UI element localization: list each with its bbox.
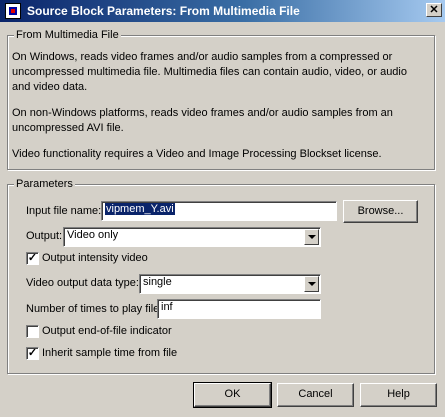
output-value: Video only: [67, 229, 119, 241]
end-of-file-label[interactable]: Output end-of-file indicator: [42, 325, 172, 337]
close-button[interactable]: ✕: [426, 3, 442, 17]
inherit-sample-time-label[interactable]: Inherit sample time from file: [42, 347, 177, 359]
input-file-field[interactable]: vipmem_Y.avi: [101, 201, 337, 221]
cancel-button[interactable]: Cancel: [277, 383, 354, 407]
end-of-file-checkbox[interactable]: [26, 325, 39, 338]
help-button[interactable]: Help: [360, 383, 437, 407]
times-to-play-value: inf: [161, 301, 173, 313]
description-paragraph-1: On Windows, reads video frames and/or au…: [12, 51, 407, 93]
times-to-play-field[interactable]: inf: [157, 299, 321, 319]
chevron-down-icon[interactable]: [304, 276, 319, 292]
chevron-down-icon[interactable]: [304, 229, 319, 245]
inherit-sample-time-checkbox[interactable]: ✓: [26, 347, 39, 360]
description-legend: From Multimedia File: [14, 29, 121, 41]
times-to-play-label: Number of times to play file:: [26, 303, 163, 315]
video-output-type-dropdown[interactable]: single: [139, 274, 321, 294]
description-paragraph-2: On non-Windows platforms, reads video fr…: [12, 107, 393, 134]
input-file-value: vipmem_Y.avi: [105, 203, 175, 215]
output-label: Output:: [26, 230, 63, 242]
output-intensity-label[interactable]: Output intensity video: [42, 252, 148, 264]
output-dropdown[interactable]: Video only: [63, 227, 321, 247]
description-paragraph-3: Video functionality requires a Video and…: [12, 148, 382, 160]
ok-button[interactable]: OK: [193, 382, 272, 408]
video-output-type-value: single: [143, 276, 172, 288]
browse-button[interactable]: Browse...: [343, 200, 418, 223]
title-bar[interactable]: Source Block Parameters: From Multimedia…: [0, 0, 445, 22]
window-title: Source Block Parameters: From Multimedia…: [27, 4, 300, 18]
output-intensity-checkbox[interactable]: ✓: [26, 252, 39, 265]
parameters-legend: Parameters: [14, 178, 75, 190]
input-file-label: Input file name:: [26, 205, 102, 217]
simulink-block-icon: [5, 3, 21, 19]
video-output-type-label: Video output data type:: [26, 277, 139, 289]
